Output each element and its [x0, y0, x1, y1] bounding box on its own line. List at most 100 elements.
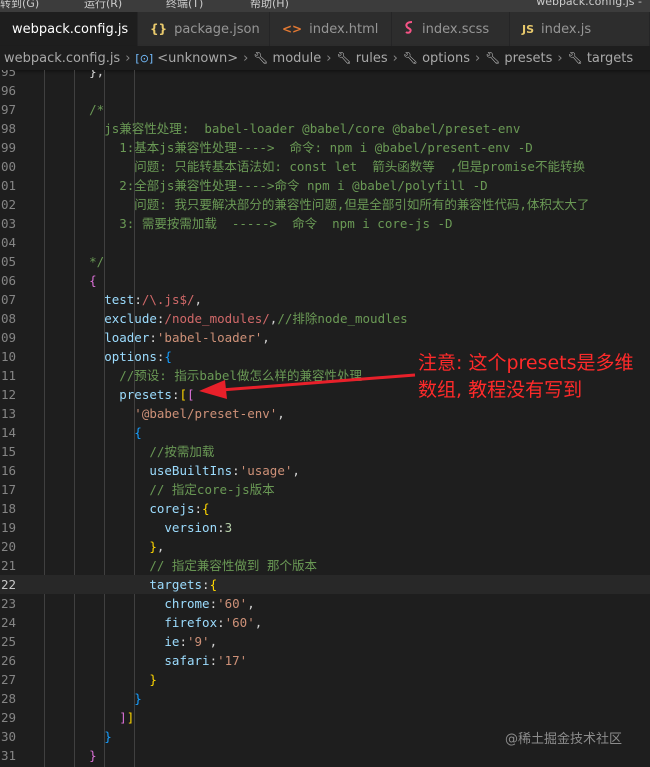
- code-token: '60': [224, 615, 255, 630]
- code-text: corejs:{: [44, 499, 209, 518]
- code-text: presets:[[: [44, 385, 195, 404]
- code-line[interactable]: 00 问题: 只能转基本语法如: const let 箭头函数等 ,但是prom…: [0, 157, 650, 176]
- breadcrumb-item-presets[interactable]: 🔧︎ presets: [485, 51, 552, 66]
- code-token: safari: [44, 653, 210, 668]
- code-line[interactable]: 26 safari:'17': [0, 651, 650, 670]
- code-line[interactable]: 13 '@babel/preset-env',: [0, 404, 650, 423]
- wrench-icon: 🔧︎: [567, 51, 583, 65]
- code-text: version:3: [44, 518, 232, 537]
- watermark: @稀土掘金技术社区: [505, 732, 623, 747]
- code-token: js兼容性处理: babel-loader @babel/core @babel…: [44, 121, 521, 136]
- code-line[interactable]: 27 }: [0, 670, 650, 689]
- code-line[interactable]: 20 },: [0, 537, 650, 556]
- code-line[interactable]: 96: [0, 81, 650, 100]
- code-line[interactable]: 02 问题: 我只要解决部分的兼容性问题,但是全部引如所有的兼容性代码,体积太大…: [0, 195, 650, 214]
- code-token: //排除node_moudles: [277, 311, 408, 326]
- code-line[interactable]: 95 },: [0, 70, 650, 81]
- code-line[interactable]: 03 3: 需要按需加载 -----> 命令 npm i core-js -D: [0, 214, 650, 233]
- line-number: 30: [0, 729, 16, 744]
- code-text: /*: [44, 100, 104, 119]
- line-number: 11: [0, 368, 16, 383]
- menu-terminal[interactable]: 终端(T): [166, 0, 203, 11]
- code-line[interactable]: 25 ie:'9',: [0, 632, 650, 651]
- code-token: :: [232, 463, 240, 478]
- code-line[interactable]: 07 test:/\.js$/,: [0, 290, 650, 309]
- line-number: 22: [0, 577, 16, 592]
- code-line[interactable]: 19 version:3: [0, 518, 650, 537]
- code-line[interactable]: 97 /*: [0, 100, 650, 119]
- code-text: 3: 需要按需加载 -----> 命令 npm i core-js -D: [44, 214, 452, 233]
- code-line[interactable]: 14 {: [0, 423, 650, 442]
- code-line[interactable]: 08 exclude:/node_modules/,//排除node_moudl…: [0, 309, 650, 328]
- code-line[interactable]: 23 chrome:'60',: [0, 594, 650, 613]
- code-line[interactable]: 31 }: [0, 746, 650, 765]
- wrench-icon: 🔧︎: [336, 51, 352, 65]
- tab-label: package.json: [174, 21, 260, 37]
- code-line[interactable]: 17 // 指定core-js版本: [0, 480, 650, 499]
- code-token: ,: [209, 634, 218, 649]
- breadcrumb-item-targets[interactable]: 🔧︎ targets: [568, 51, 634, 66]
- code-line[interactable]: 29 ]]: [0, 708, 650, 727]
- tab-package-json[interactable]: {} package.json: [138, 12, 270, 46]
- tab-index-js[interactable]: JS index.js: [510, 12, 650, 46]
- breadcrumb-separator: ›: [474, 50, 481, 66]
- code-token: firefox: [44, 615, 218, 630]
- code-line[interactable]: 98 js兼容性处理: babel-loader @babel/core @ba…: [0, 119, 650, 138]
- code-line[interactable]: 15 //按需加载: [0, 442, 650, 461]
- line-number: 14: [0, 425, 16, 440]
- menu-help[interactable]: 帮助(H): [250, 0, 289, 11]
- code-token: 'usage': [239, 463, 293, 478]
- tab-index-html[interactable]: <> index.html: [270, 12, 392, 46]
- breadcrumb-item-unknown[interactable]: [⊙] <unknown>: [135, 51, 238, 66]
- code-token: //按需加载: [44, 444, 215, 459]
- code-line[interactable]: 18 corejs:{: [0, 499, 650, 518]
- code-token: [: [187, 387, 195, 402]
- tab-label: index.html: [309, 21, 379, 37]
- code-text: targets:{: [44, 575, 217, 594]
- line-number: 99: [0, 140, 16, 155]
- tab-webpack-config[interactable]: webpack.config.js ×: [0, 12, 152, 46]
- code-token: :: [134, 292, 142, 307]
- breadcrumb-label: rules: [355, 50, 388, 66]
- code-line[interactable]: 09 loader:'babel-loader',: [0, 328, 650, 347]
- line-number: 04: [0, 235, 16, 250]
- code-token: 'babel-loader': [156, 330, 263, 345]
- code-line[interactable]: 01 2:全部js兼容性处理---->命令 npm i @babel/polyf…: [0, 176, 650, 195]
- menu-goto[interactable]: 转到(G): [0, 0, 39, 11]
- code-line[interactable]: 24 firefox:'60',: [0, 613, 650, 632]
- code-token: 问题: 只能转基本语法如: const let 箭头函数等 ,但是promise…: [44, 159, 585, 174]
- code-token: 问题: 我只要解决部分的兼容性问题,但是全部引如所有的兼容性代码,体积太大了: [44, 197, 590, 212]
- breadcrumb-item-file[interactable]: webpack.config.js: [4, 51, 120, 66]
- code-line[interactable]: 99 1:基本js兼容性处理----> 命令: npm i @babel/pre…: [0, 138, 650, 157]
- code-editor[interactable]: 95 }, 96 97 /* 98 js兼容性处理: babel-loader @ba…: [0, 70, 650, 767]
- line-number: 19: [0, 520, 16, 535]
- code-token: ,: [247, 596, 255, 611]
- code-line[interactable]: 22 targets:{: [0, 575, 650, 594]
- menu-bar: 转到(G) 运行(R) 终端(T) 帮助(H) webpack.config.j…: [0, 0, 650, 12]
- code-token: ie: [44, 634, 180, 649]
- tab-index-scss[interactable]: index.scss: [392, 12, 510, 46]
- code-text: // 指定core-js版本: [44, 480, 274, 499]
- code-text: 问题: 我只要解决部分的兼容性问题,但是全部引如所有的兼容性代码,体积太大了: [44, 195, 589, 214]
- code-line[interactable]: 04: [0, 233, 650, 252]
- menu-run[interactable]: 运行(R): [84, 0, 122, 11]
- code-token: '9': [187, 634, 210, 649]
- code-line[interactable]: 05 */: [0, 252, 650, 271]
- code-line[interactable]: 21 // 指定兼容性做到 那个版本: [0, 556, 650, 575]
- tab-label: index.scss: [422, 21, 490, 37]
- breadcrumb-separator: ›: [557, 50, 563, 66]
- html-file-icon: <>: [282, 22, 303, 36]
- breadcrumb-separator: ›: [392, 50, 398, 66]
- code-line[interactable]: 16 useBuiltIns:'usage',: [0, 461, 650, 480]
- breadcrumb-item-options[interactable]: 🔧︎ options: [403, 51, 470, 66]
- breadcrumb-item-rules[interactable]: 🔧︎ rules: [336, 51, 387, 66]
- code-token: :: [209, 596, 218, 611]
- line-number: 06: [0, 273, 16, 288]
- code-line[interactable]: 28 }: [0, 689, 650, 708]
- wrench-icon: 🔧︎: [253, 51, 269, 65]
- breadcrumb-label: <unknown>: [157, 50, 239, 66]
- code-text: }: [44, 670, 157, 689]
- code-token: /*: [44, 102, 105, 117]
- code-line[interactable]: 06 {: [0, 271, 650, 290]
- breadcrumb-item-module[interactable]: 🔧︎ module: [253, 51, 321, 66]
